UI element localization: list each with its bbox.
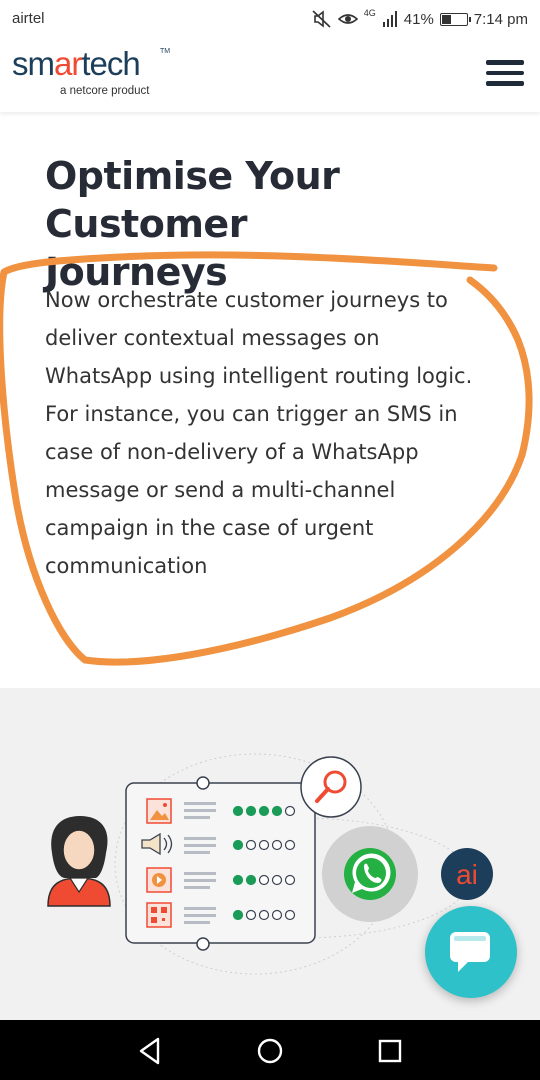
status-dot-filled bbox=[232, 909, 244, 921]
signal-icon bbox=[382, 11, 397, 27]
status-dot-filled bbox=[232, 839, 244, 851]
recents-icon[interactable] bbox=[373, 1034, 407, 1068]
status-icons: 4G 41% 7:14 pm bbox=[312, 8, 528, 29]
search-icon bbox=[300, 756, 362, 818]
system-nav-bar bbox=[0, 1020, 540, 1080]
description-line: For instance, you can trigger an SMS in bbox=[45, 402, 458, 426]
site-header: smartech TM a netcore product bbox=[0, 38, 540, 112]
clock: 7:14 pm bbox=[473, 10, 528, 28]
status-dot-empty bbox=[245, 909, 257, 921]
description-line: communication bbox=[45, 554, 208, 578]
mute-icon bbox=[312, 10, 331, 28]
description-line: message or send a multi-channel bbox=[45, 478, 396, 502]
status-dot-empty bbox=[284, 839, 296, 851]
back-icon[interactable] bbox=[133, 1034, 167, 1068]
status-dot-empty bbox=[271, 909, 283, 921]
network-type: 4G bbox=[363, 8, 376, 18]
description-line: campaign in the case of urgent bbox=[45, 516, 374, 540]
status-dot-empty bbox=[284, 874, 296, 886]
battery-icon bbox=[439, 12, 471, 26]
whatsapp-icon bbox=[322, 826, 418, 922]
customer-avatar bbox=[47, 816, 111, 907]
status-dot-filled bbox=[271, 805, 283, 817]
home-icon[interactable] bbox=[253, 1034, 287, 1068]
status-dot-filled bbox=[245, 805, 257, 817]
qr-code-icon bbox=[146, 902, 172, 928]
status-dot-filled bbox=[258, 805, 270, 817]
battery-percent: 41% bbox=[403, 10, 434, 28]
logo-wordmark: smartech bbox=[12, 45, 141, 82]
svg-text:ai: ai bbox=[456, 859, 478, 890]
status-dot-filled bbox=[232, 874, 244, 886]
description-line: Now orchestrate customer journeys to bbox=[45, 288, 448, 312]
status-dot-empty bbox=[258, 909, 270, 921]
chat-bubble-icon bbox=[450, 932, 490, 972]
status-dot-filled bbox=[232, 805, 244, 817]
status-dot-empty bbox=[245, 839, 257, 851]
status-dot-empty bbox=[258, 874, 270, 886]
eye-icon bbox=[337, 14, 358, 24]
logo-tagline: a netcore product bbox=[60, 85, 150, 97]
status-dot-filled bbox=[245, 874, 257, 886]
status-dot-empty bbox=[271, 839, 283, 851]
status-dot-empty bbox=[271, 874, 283, 886]
page-title: Optimise Your Customer Journeys bbox=[45, 154, 340, 294]
image-icon bbox=[146, 798, 172, 824]
carrier-name: airtel bbox=[12, 10, 45, 27]
description-line: deliver contextual messages on bbox=[45, 326, 380, 350]
ai-badge: ai bbox=[441, 848, 493, 900]
status-bar: airtel 4G 41% 7:14 pm bbox=[0, 0, 540, 38]
status-dot-empty bbox=[284, 805, 296, 817]
description-paragraph: Now orchestrate customer journeys to del… bbox=[45, 281, 485, 585]
smartech-logo[interactable]: smartech TM a netcore product bbox=[12, 45, 170, 98]
status-dot-empty bbox=[284, 909, 296, 921]
hamburger-menu-icon[interactable] bbox=[486, 58, 524, 88]
description-line: case of non-delivery of a WhatsApp bbox=[45, 440, 419, 464]
live-chat-button[interactable] bbox=[425, 906, 517, 998]
play-icon bbox=[146, 867, 172, 893]
description-line: WhatsApp using intelligent routing logic… bbox=[45, 364, 473, 388]
logo-trademark: TM bbox=[160, 48, 171, 55]
status-dot-empty bbox=[258, 839, 270, 851]
